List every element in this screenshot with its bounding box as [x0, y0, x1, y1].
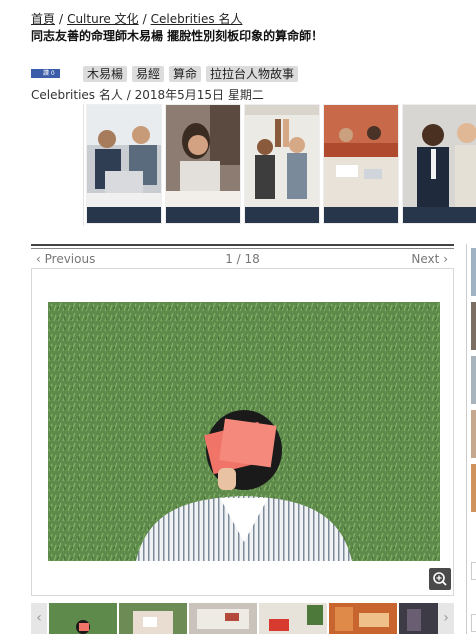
breadcrumb-separator: /: [59, 12, 64, 26]
filmstrip-thumbnail[interactable]: [189, 603, 257, 634]
zoom-in-icon: [433, 572, 447, 586]
related-thumbnail[interactable]: [86, 104, 162, 224]
smiling-businesspeople-image: [403, 105, 476, 209]
page-title: 同志友善的命理師木易楊 擺脫性別刻板印象的算命師！: [31, 29, 324, 43]
sidebar-box: [471, 614, 476, 632]
meta-separator: /: [126, 88, 131, 102]
gallery-counter: 1 / 18: [225, 252, 260, 266]
tag-link[interactable]: 易經: [132, 66, 165, 82]
thumbnail-caption-bar: [324, 207, 398, 223]
breadcrumb-celebrities-link[interactable]: Celebrities 名人: [151, 12, 243, 26]
gallery-filmstrip: ‹ ›: [31, 603, 454, 634]
sidebar-thumbnail[interactable]: [471, 302, 476, 350]
office-laptop-image: [87, 105, 161, 209]
tag-link[interactable]: 木易楊: [83, 66, 128, 82]
sidebar-thumbnail[interactable]: [471, 356, 476, 404]
thumbnail-caption-bar: [166, 207, 240, 223]
woman-at-desk-image: [166, 105, 240, 209]
sidebar-rail: [466, 244, 476, 634]
tag-link[interactable]: 拉拉台人物故事: [206, 66, 299, 82]
thumbnail-caption-bar: [403, 207, 476, 223]
main-gallery-image[interactable]: [48, 302, 440, 561]
filmstrip-thumbnail[interactable]: [119, 603, 187, 634]
breadcrumb-culture-link[interactable]: Culture 文化: [67, 12, 139, 26]
zoom-button[interactable]: [429, 568, 451, 590]
breadcrumb: 首頁 / Culture 文化 / Celebrities 名人: [31, 10, 242, 27]
meta-category: Celebrities 名人: [31, 88, 123, 102]
related-thumbnail[interactable]: [165, 104, 241, 224]
filmstrip-next-button[interactable]: ›: [438, 603, 454, 634]
next-label: Next: [411, 252, 440, 266]
red-envelopes-thumb: [259, 603, 327, 634]
tag-list: 木易楊 易經 算命 拉拉台人物故事: [83, 66, 299, 82]
sidebar-thumbnail[interactable]: [471, 248, 476, 296]
filmstrip-prev-button[interactable]: ‹: [31, 603, 47, 634]
breadcrumb-home-link[interactable]: 首頁: [31, 12, 55, 26]
facebook-like-button[interactable]: 讚 0: [31, 69, 60, 78]
related-thumbnail[interactable]: [244, 104, 320, 224]
filmstrip-thumbnail[interactable]: [329, 603, 397, 634]
thumbnail-caption-bar: [245, 207, 319, 223]
gallery-divider: [31, 244, 454, 246]
related-thumbnail-strip: [83, 104, 476, 226]
chevron-right-icon: ›: [439, 252, 448, 266]
tag-link[interactable]: 算命: [169, 66, 202, 82]
meeting-table-image: [324, 105, 398, 209]
breadcrumb-separator: /: [142, 12, 147, 26]
next-button[interactable]: Next ›: [411, 252, 448, 266]
article-meta: Celebrities 名人 / 2018年5月15日 星期二: [31, 86, 264, 103]
related-thumbnail[interactable]: [323, 104, 399, 224]
meta-date: 2018年5月15日 星期二: [134, 88, 264, 102]
related-thumbnail[interactable]: [402, 104, 476, 224]
filmstrip-thumbnail[interactable]: [49, 603, 117, 634]
sidebar-thumbnail[interactable]: [471, 410, 476, 458]
sidebar-thumbnail[interactable]: [471, 464, 476, 512]
thumbnail-caption-bar: [87, 207, 161, 223]
hands-cards-thumb: [119, 603, 187, 634]
gallery-pager: ‹ Previous 1 / 18 Next ›: [31, 252, 454, 268]
gallery-viewer: [31, 268, 454, 596]
filmstrip-thumbnail[interactable]: [259, 603, 327, 634]
paper-tray-thumb: [189, 603, 257, 634]
grass-portrait-thumb: [49, 603, 117, 634]
gallery-divider: [31, 248, 454, 249]
orange-interior-thumb: [329, 603, 397, 634]
high-five-image: [245, 105, 319, 209]
sidebar-box: [471, 562, 476, 580]
